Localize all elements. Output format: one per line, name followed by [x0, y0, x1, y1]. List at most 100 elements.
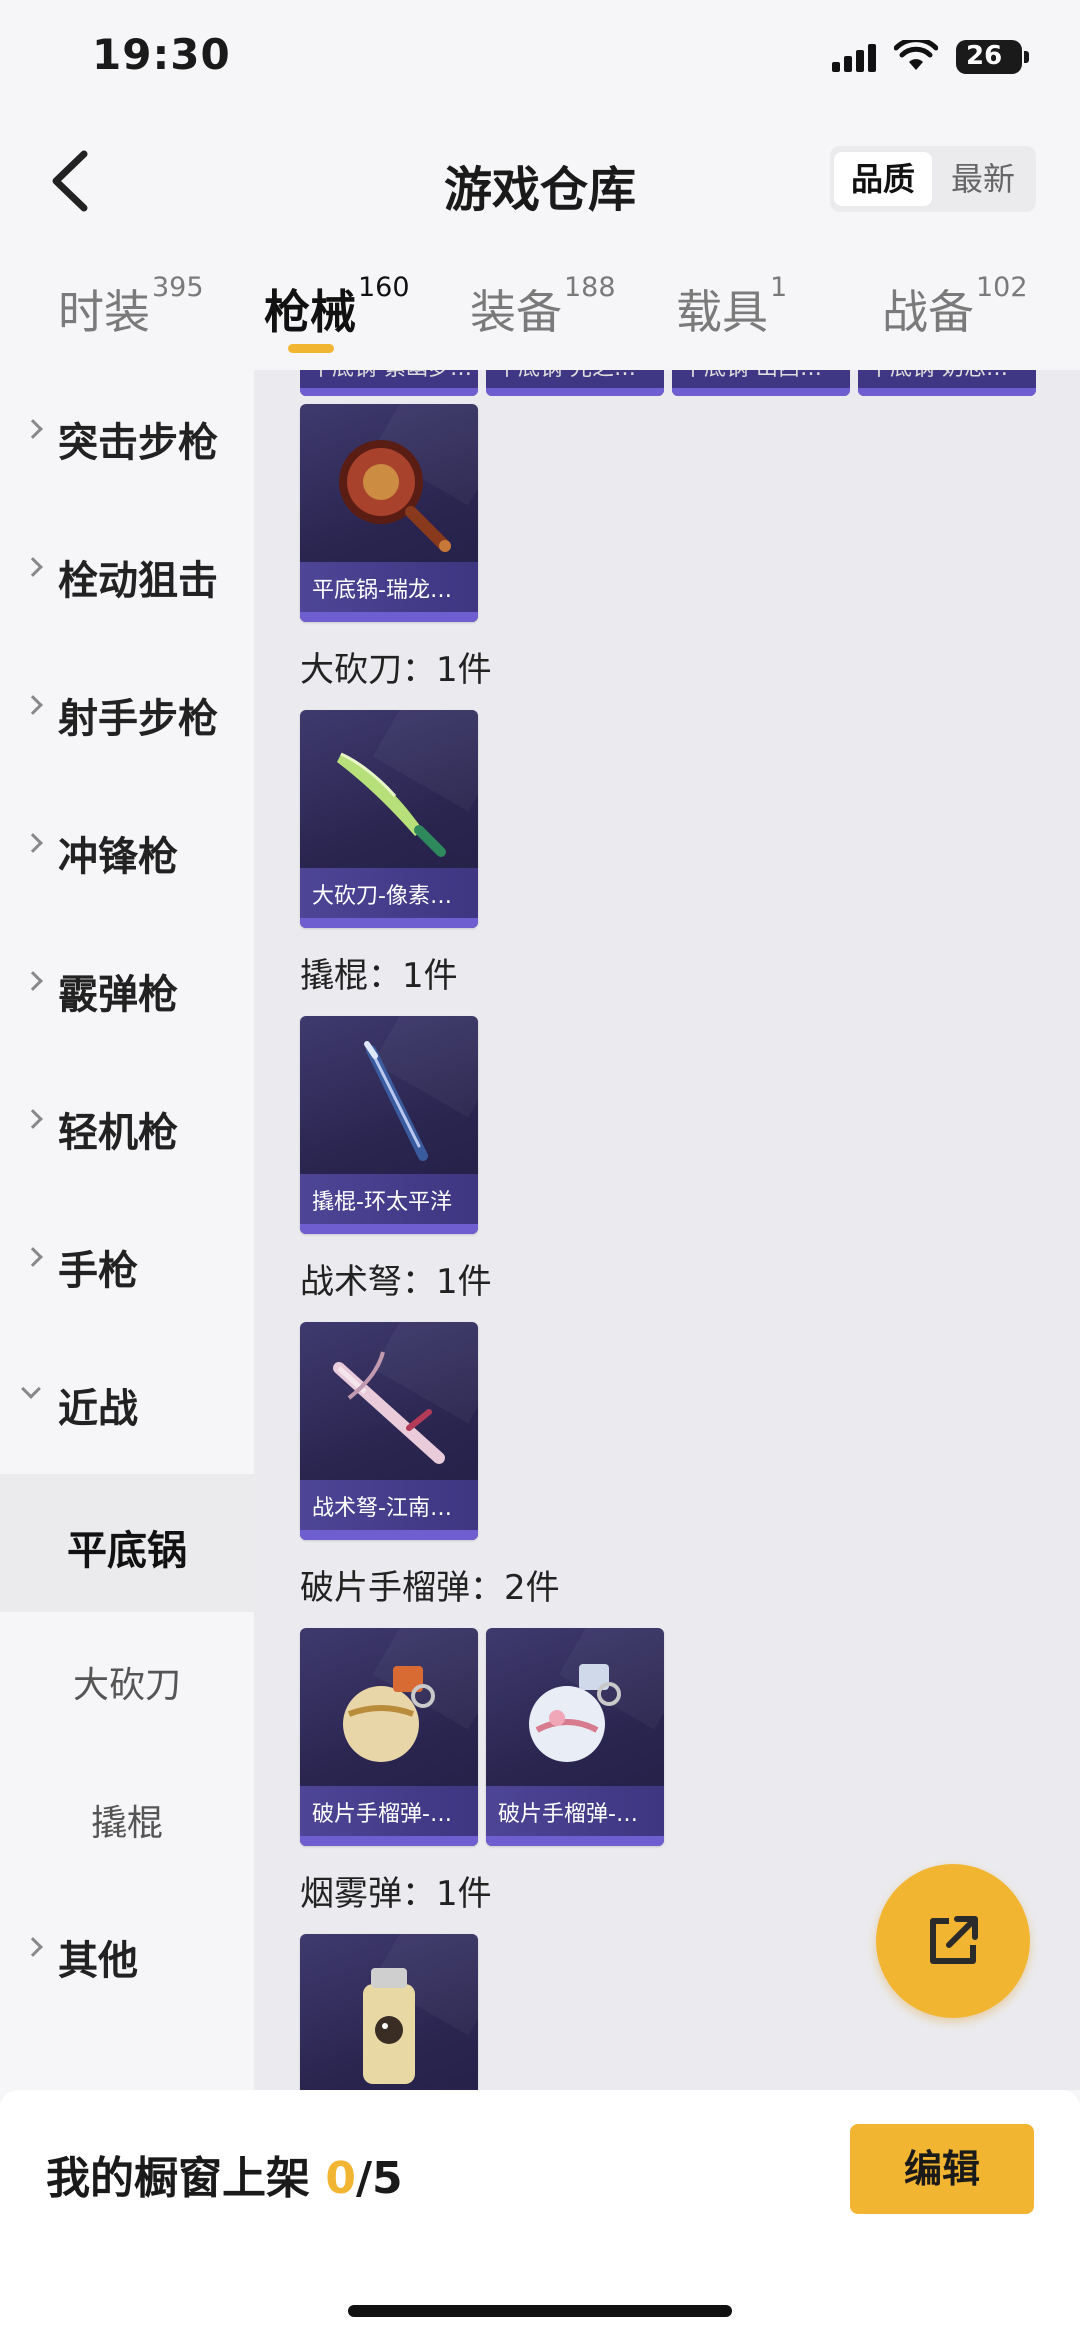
status-time: 19:30 — [92, 30, 231, 79]
sidebar-subitem-machete[interactable]: 大砍刀 — [0, 1612, 254, 1750]
item-card[interactable]: 平底锅-紫幽梦… — [300, 370, 478, 396]
item-caption: 撬棍-环太平洋 — [300, 1174, 478, 1224]
tab-count: 1 — [770, 272, 788, 303]
sidebar-item-bolt-sniper[interactable]: 栓动狙击 — [0, 508, 254, 646]
group-title: 战术弩：1件 — [300, 1262, 492, 1302]
group-title: 烟雾弹：1件 — [300, 1874, 492, 1914]
item-card[interactable]: 战术弩-江南… — [300, 1322, 478, 1540]
item-card[interactable]: 破片手榴弹-… — [300, 1628, 478, 1846]
active-tab-indicator — [288, 344, 334, 353]
sidebar-item-label: 栓动狙击 — [58, 558, 218, 604]
chevron-right-icon — [23, 1109, 43, 1129]
sidebar-item-label: 冲锋枪 — [58, 834, 178, 880]
item-name: 平底锅-山西… — [682, 370, 822, 382]
item-card[interactable]: 大砍刀-像素… — [300, 710, 478, 928]
sidebar-item-smg[interactable]: 冲锋枪 — [0, 784, 254, 922]
item-name: 平底锅-瑞龙… — [312, 578, 452, 603]
sort-quality-button[interactable]: 品质 — [834, 152, 932, 206]
tab-label: 载具 — [676, 285, 768, 339]
sidebar-subitem-label: 大砍刀 — [72, 1665, 181, 1706]
pan-icon — [339, 440, 451, 552]
item-card[interactable]: 平底锅-光之… — [486, 370, 664, 396]
tab-fashion[interactable]: 时装395 — [58, 272, 204, 356]
tab-count: 395 — [152, 272, 204, 303]
tab-count: 188 — [564, 272, 616, 303]
tab-label: 时装 — [58, 285, 150, 339]
grenade-icon — [529, 1664, 621, 1762]
sidebar-item-label: 轻机枪 — [58, 1110, 178, 1156]
sidebar-item-lmg[interactable]: 轻机枪 — [0, 1060, 254, 1198]
item-grid: 平底锅-紫幽梦… 平底锅-光之… 平底锅-山西… 平底锅-奶思… 平底锅-瑞龙…… — [254, 370, 1080, 2090]
sidebar-item-assault-rifle[interactable]: 突击步枪 — [0, 370, 254, 508]
sidebar-item-label: 近战 — [58, 1386, 138, 1432]
chevron-right-icon — [23, 557, 43, 577]
chevron-right-icon — [23, 971, 43, 991]
group-title: 破片手榴弹：2件 — [300, 1568, 560, 1608]
item-name: 破片手榴弹-… — [312, 1802, 452, 1827]
chevron-right-icon — [23, 1937, 43, 1957]
item-caption: 战术弩-江南… — [300, 1480, 478, 1530]
header: 游戏仓库 品质 最新 — [0, 130, 1080, 230]
tab-equipment[interactable]: 装备188 — [470, 272, 616, 356]
chevron-right-icon — [23, 695, 43, 715]
crowbar-icon — [364, 1041, 428, 1161]
item-name: 平底锅-奶思… — [868, 370, 1008, 382]
sort-newest-button[interactable]: 最新 — [934, 152, 1032, 206]
item-caption: 平底锅-瑞龙… — [300, 562, 478, 612]
share-button[interactable] — [876, 1864, 1030, 2018]
external-link-icon — [930, 1916, 978, 1964]
tab-count: 102 — [976, 272, 1028, 303]
group-title: 大砍刀：1件 — [300, 650, 492, 690]
item-caption: 大砍刀-像素… — [300, 868, 478, 918]
crossbow-icon — [333, 1351, 445, 1464]
tab-count: 160 — [358, 272, 410, 303]
tab-vehicles[interactable]: 载具1 — [676, 272, 787, 356]
item-card[interactable]: 平底锅-山西… — [672, 370, 850, 396]
item-card[interactable]: 撬棍-环太平洋 — [300, 1016, 478, 1234]
machete-icon — [337, 752, 446, 857]
sidebar-item-marksman-rifle[interactable]: 射手步枪 — [0, 646, 254, 784]
smoke-grenade-icon — [363, 1968, 415, 2084]
item-name: 撬棍-环太平洋 — [312, 1190, 452, 1215]
sidebar-item-shotgun[interactable]: 霰弹枪 — [0, 922, 254, 1060]
showcase-label: 我的橱窗上架 — [46, 2153, 326, 2204]
status-bar: 19:30 26 — [0, 0, 1080, 120]
sidebar-item-label: 射手步枪 — [58, 696, 218, 742]
sidebar-item-label: 突击步枪 — [58, 420, 218, 466]
sidebar-subitem-label: 撬棍 — [90, 1803, 163, 1844]
sidebar: 突击步枪 栓动狙击 射手步枪 冲锋枪 霰弹枪 轻机枪 手枪 近战 平底锅 大砍刀… — [0, 370, 254, 2090]
sidebar-subitem-pan[interactable]: 平底锅 — [0, 1474, 254, 1612]
tab-label: 枪械 — [264, 285, 356, 339]
sidebar-item-other[interactable]: 其他 — [0, 1888, 254, 2026]
showcase-total: /5 — [355, 2153, 403, 2204]
bottom-bar: 我的橱窗上架 0/5 编辑 — [0, 2090, 1080, 2339]
item-card[interactable] — [300, 1934, 478, 2090]
sidebar-item-melee[interactable]: 近战 — [0, 1336, 254, 1474]
chevron-down-icon — [21, 1379, 41, 1399]
chevron-right-icon — [23, 1247, 43, 1267]
item-card[interactable]: 破片手榴弹-… — [486, 1628, 664, 1846]
tab-tactical-gear[interactable]: 战备102 — [882, 272, 1028, 356]
item-card[interactable]: 平底锅-奶思… — [858, 370, 1036, 396]
tab-label: 装备 — [470, 285, 562, 339]
category-tabs: 时装395 枪械160 装备188 载具1 战备102 — [0, 270, 1080, 370]
tab-label: 战备 — [882, 285, 974, 339]
item-name: 破片手榴弹-… — [498, 1802, 638, 1827]
item-caption: 破片手榴弹-… — [486, 1786, 664, 1836]
showcase-status: 我的橱窗上架 0/5 — [46, 2142, 403, 2206]
home-indicator — [348, 2305, 732, 2317]
sidebar-subitem-label: 平底锅 — [67, 1528, 187, 1574]
sidebar-subitem-crowbar[interactable]: 撬棍 — [0, 1750, 254, 1888]
sidebar-item-label: 其他 — [58, 1938, 138, 1984]
sidebar-item-pistol[interactable]: 手枪 — [0, 1198, 254, 1336]
item-name: 平底锅-紫幽梦… — [310, 370, 472, 382]
wifi-icon — [894, 40, 938, 70]
tab-firearms[interactable]: 枪械160 — [264, 272, 410, 356]
chevron-right-icon — [23, 833, 43, 853]
edit-button[interactable]: 编辑 — [850, 2124, 1034, 2214]
item-name: 战术弩-江南… — [312, 1496, 452, 1521]
group-title: 撬棍：1件 — [300, 956, 458, 996]
item-name: 大砍刀-像素… — [312, 884, 452, 909]
showcase-count: 0 — [325, 2153, 356, 2204]
item-card[interactable]: 平底锅-瑞龙… — [300, 404, 478, 622]
